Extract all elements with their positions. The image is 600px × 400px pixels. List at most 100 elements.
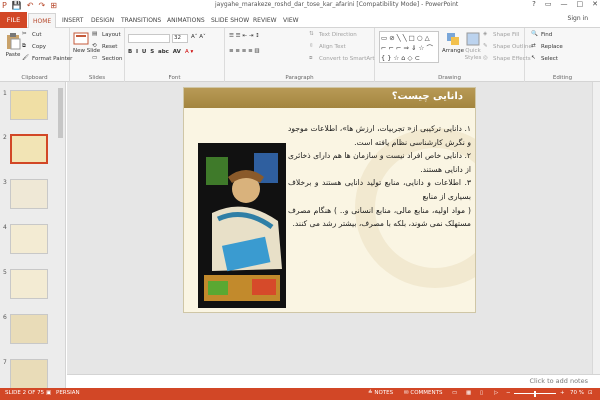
tab-design[interactable]: DESIGN — [87, 13, 118, 28]
thumbnail-number: 6 — [3, 314, 7, 321]
title-bar: P 💾 ↶ ↷ ⊞ jaygahe_marakeze_roshd_dar_tos… — [0, 0, 600, 11]
slide-thumbnail-5[interactable] — [10, 269, 48, 299]
notes-toggle[interactable]: ≙ NOTES — [368, 390, 393, 396]
cursor-icon: ↖ — [531, 55, 536, 61]
slide-thumbnail-3[interactable] — [10, 179, 48, 209]
undo-icon[interactable]: ↶ — [27, 1, 34, 10]
comments-toggle-label: COMMENTS — [410, 390, 443, 396]
tab-home[interactable]: HOME — [28, 13, 57, 28]
select-button[interactable]: ↖ Select — [531, 55, 558, 62]
notes-pane[interactable]: Click to add notes — [67, 374, 600, 388]
layout-button[interactable]: ▤ Layout — [92, 31, 121, 38]
maximize-button[interactable]: □ — [577, 0, 584, 8]
sign-in-link[interactable]: Sign in — [568, 15, 588, 22]
slides-group-label: Slides — [88, 75, 106, 81]
font-color-icon[interactable]: A ▾ — [185, 49, 193, 55]
thumbnail-number: 7 — [3, 359, 7, 366]
comments-toggle[interactable]: ✉ COMMENTS — [404, 390, 442, 396]
redo-icon[interactable]: ↷ — [39, 1, 46, 10]
paste-icon — [7, 33, 21, 50]
list-buttons[interactable]: ☰ ☰ ⇤ ⇥ ↕ — [229, 33, 260, 39]
thumbnails-scrollbar[interactable] — [58, 88, 63, 138]
slide-thumbnail-2[interactable] — [10, 134, 48, 164]
clipboard-group-label: Clipboard — [21, 75, 48, 81]
replace-button[interactable]: ⇄ Replace — [531, 43, 563, 50]
shape-fill-button[interactable]: ◈ Shape Fill — [483, 31, 519, 38]
arrange-button[interactable]: Arrange — [442, 32, 464, 54]
zoom-slider-thumb[interactable] — [534, 391, 536, 397]
copy-label: Copy — [32, 44, 46, 50]
reset-button[interactable]: ⟲ Reset — [92, 43, 117, 50]
slide-body-text[interactable]: ۱. دانایی ترکیبی از« تجربیات، ارزش ها»، … — [288, 122, 471, 231]
slide-thumbnail-1[interactable] — [10, 90, 48, 120]
quick-styles-button[interactable]: Quick Styles — [464, 32, 482, 62]
select-label: Select — [541, 56, 558, 62]
tab-view[interactable]: VIEW — [279, 13, 303, 28]
copy-button[interactable]: ⧉ Copy — [22, 43, 46, 50]
tab-insert[interactable]: INSERT — [58, 13, 87, 28]
slide-thumbnail-4[interactable] — [10, 224, 48, 254]
ribbon-tabs: FILE HOME INSERT DESIGN TRANSITIONS ANIM… — [0, 11, 600, 28]
fit-to-window-icon[interactable]: ⊡ — [588, 390, 593, 396]
text-direction-button[interactable]: ⇅ Text Direction — [309, 31, 357, 38]
spellcheck-icon[interactable]: ▣ — [46, 390, 51, 396]
text-direction-icon: ⇅ — [309, 31, 314, 37]
language-indicator[interactable]: PERSIAN — [56, 390, 80, 396]
zoom-out-button[interactable]: − — [506, 390, 511, 396]
start-presentation-icon[interactable]: ⊞ — [50, 1, 57, 10]
new-slide-label: New Slide — [73, 48, 101, 54]
new-slide-button[interactable]: New Slide — [73, 32, 101, 54]
editing-group: 🔍 Find ⇄ Replace ↖ Select Editing — [525, 28, 600, 82]
slide-counter: SLIDE 2 OF 75 — [5, 390, 45, 396]
quick-styles-icon — [466, 32, 480, 46]
slideshow-view-icon[interactable]: ▷ — [494, 390, 498, 396]
reading-view-icon[interactable]: ▯ — [480, 390, 483, 396]
tab-transitions[interactable]: TRANSITIONS — [117, 13, 165, 28]
convert-smartart-button[interactable]: ⧈ Convert to SmartArt — [309, 55, 375, 62]
find-button[interactable]: 🔍 Find — [531, 31, 552, 38]
tab-file[interactable]: FILE — [0, 12, 27, 28]
minimize-button[interactable]: — — [561, 0, 568, 8]
align-text-button[interactable]: ⇳ Align Text — [309, 43, 346, 50]
arrange-label: Arrange — [442, 48, 464, 54]
tab-animations[interactable]: ANIMATIONS — [163, 13, 209, 28]
help-button[interactable]: ? — [532, 0, 536, 8]
window-controls: ? ▭ — □ ✕ — [532, 0, 598, 8]
grow-font-icon[interactable]: A˄ A˅ — [191, 34, 206, 40]
new-slide-icon — [73, 32, 89, 45]
thumbnail-number: 3 — [3, 179, 7, 186]
tab-review[interactable]: REVIEW — [249, 13, 281, 28]
format-painter-button[interactable]: 🖌 Format Painter — [22, 55, 72, 62]
align-buttons[interactable]: ≡ ≡ ≡ ≡ ▥ — [229, 48, 260, 54]
paste-button[interactable]: Paste — [4, 32, 22, 58]
save-icon[interactable]: 💾 — [12, 1, 22, 10]
paste-label: Paste — [5, 52, 21, 58]
slide-sorter-icon[interactable]: ▦ — [466, 390, 471, 396]
layout-icon: ▤ — [92, 31, 98, 37]
slide-thumbnails-pane: 1 2 3 4 5 6 7 — [0, 82, 66, 389]
zoom-in-button[interactable]: + — [560, 390, 565, 396]
current-slide[interactable]: دانایی چیست؟ ۱. دانایی ترکیبی از« تجربیا… — [183, 87, 476, 313]
drawing-group: ▭ ⊘ ╲ ╲ □ ○ △ ⌐ ⌐ ⌐ ⇒ ⇓ ☆ ⌒{ } ☆ ⌂ ◇ ⊂ Ar… — [375, 28, 532, 82]
vertical-scrollbar[interactable] — [592, 82, 600, 374]
close-button[interactable]: ✕ — [592, 0, 598, 8]
tab-slide-show[interactable]: SLIDE SHOW — [207, 13, 253, 28]
zoom-level[interactable]: 70 % — [570, 390, 584, 396]
slide-thumbnail-7[interactable] — [10, 359, 48, 389]
powerpoint-logo-icon: P — [2, 1, 7, 10]
shapes-gallery[interactable]: ▭ ⊘ ╲ ╲ □ ○ △ ⌐ ⌐ ⌐ ⇒ ⇓ ☆ ⌒{ } ☆ ⌂ ◇ ⊂ — [379, 31, 439, 63]
window-title: jaygahe_marakeze_roshd_dar_tose_kar_afar… — [215, 1, 459, 8]
font-name-box[interactable] — [128, 34, 170, 43]
ribbon-display-button[interactable]: ▭ — [545, 0, 552, 8]
slide-thumbnail-6[interactable] — [10, 314, 48, 344]
copy-icon: ⧉ — [22, 43, 26, 49]
bullet-point: ۱. دانایی ترکیبی از« تجربیات، ارزش ها»، … — [288, 124, 471, 147]
cut-button[interactable]: ✂ Cut — [22, 31, 41, 38]
section-button[interactable]: ▭ Section — [92, 55, 122, 62]
shape-effects-button[interactable]: ◎ Shape Effects — [483, 55, 531, 62]
quick-access-toolbar: P 💾 ↶ ↷ ⊞ — [2, 1, 57, 10]
font-size-box[interactable]: 32 — [172, 34, 188, 43]
slide-title[interactable]: دانایی چیست؟ — [392, 91, 463, 102]
normal-view-icon[interactable]: ▭ — [452, 390, 457, 396]
font-style-buttons[interactable]: B I U S abc AV — [128, 49, 181, 55]
